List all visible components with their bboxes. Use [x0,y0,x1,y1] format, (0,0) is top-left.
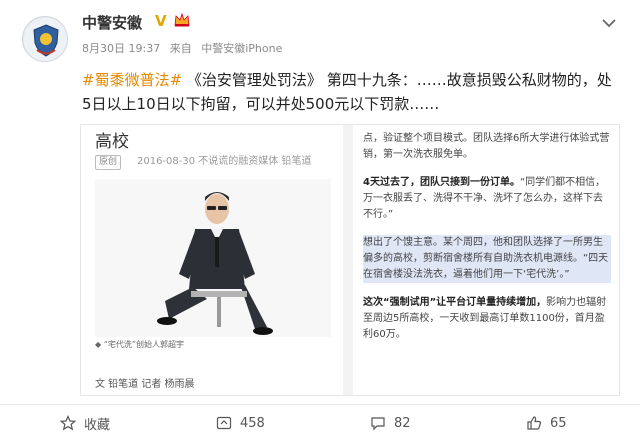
police-emblem-icon [24,18,67,61]
article-paragraph: 4天过去了，团队只接到一份订单。“同学们都不相信，万一衣服丢了、洗得不干净、洗坏… [363,175,611,223]
founder-photo [95,179,331,337]
like-button[interactable]: 65 [526,405,567,440]
favorite-label: 收藏 [84,417,111,433]
favorite-button[interactable]: 收藏 [60,405,110,440]
paragraph-text: 想出了个馊主意。某个周四，他和团队选择了一所男生偏多的高校，剪断宿舍楼所有自助洗… [363,237,609,280]
verified-mark: V [155,12,167,30]
article-paragraph: 这次“强制试用”让平台订单量持续增加，影响力也辐射至周边5所高校，一天收到最高订… [363,295,611,343]
paragraph-bold: 这次“强制试用”让平台订单量持续增加， [363,297,547,308]
post-header: 中警安徽 V 8月30日 19:37 来自 中警安徽iPhone [0,0,640,70]
post-text: #蜀黍微普法# 《治安管理处罚法》 第四十九条：……故意损毁公私财物的，处5日以… [82,68,612,116]
avatar[interactable] [22,16,68,62]
star-icon [60,415,76,431]
post-date: 8月30日 19:37 [82,42,161,55]
person-seated-illustration [95,179,331,337]
attached-image[interactable]: 高校 原创 2016-08-30 不说谎的融资媒体 铅笔道 ◆ “宅代洗”创始人… [80,124,620,396]
pane-divider [343,125,353,395]
photo-caption: ◆ “宅代洗”创始人郭超宇 [95,340,184,349]
comment-icon [371,417,385,431]
article-left-pane: 高校 原创 2016-08-30 不说谎的融资媒体 铅笔道 ◆ “宅代洗”创始人… [81,125,343,395]
law-title: 《治安管理处罚法》 [186,71,322,89]
chevron-down-icon[interactable] [600,16,618,30]
hashtag-link[interactable]: #蜀黍微普法# [82,71,182,89]
original-tag: 原创 [95,155,122,170]
paragraph-text: 点，验证整个项目模式。团队选择6所大学进行体验式营销，第一次洗衣服免单。 [363,133,610,160]
like-count: 65 [550,415,567,431]
action-bar: 收藏 458 82 65 [0,404,640,440]
weibo-post-page: 中警安徽 V 8月30日 19:37 来自 中警安徽iPhone #蜀黍微普法#… [0,0,640,440]
article-title: 高校 [95,132,129,152]
repost-button[interactable]: 458 [216,405,265,440]
comment-button[interactable]: 82 [370,405,411,440]
highlighted-paragraph: 想出了个馊主意。某个周四，他和团队选择了一所男生偏多的高校，剪断宿舍楼所有自助洗… [363,235,611,283]
like-icon [527,416,542,430]
repost-count: 458 [240,415,265,431]
via-prefix: 来自 [169,42,192,55]
repost-icon [216,416,232,430]
article-paragraph: 点，验证整个项目模式。团队选择6所大学进行体验式营销，第一次洗衣服免单。 [363,131,611,163]
crown-badge-icon [174,13,190,27]
post-source: 中警安徽iPhone [201,42,283,55]
article-right-pane: 点，验证整个项目模式。团队选择6所大学进行体验式营销，第一次洗衣服免单。 4天过… [353,125,619,395]
article-byline: 文 铅笔道 记者 杨雨晨 [95,379,195,390]
paragraph-bold: 4天过去了，团队只接到一份订单。 [363,177,520,188]
article-meta: 2016-08-30 不说谎的融资媒体 铅笔道 [137,156,312,167]
post-meta: 8月30日 19:37 来自 中警安徽iPhone [82,40,288,56]
comment-count: 82 [394,415,411,431]
username[interactable]: 中警安徽 [82,12,142,33]
